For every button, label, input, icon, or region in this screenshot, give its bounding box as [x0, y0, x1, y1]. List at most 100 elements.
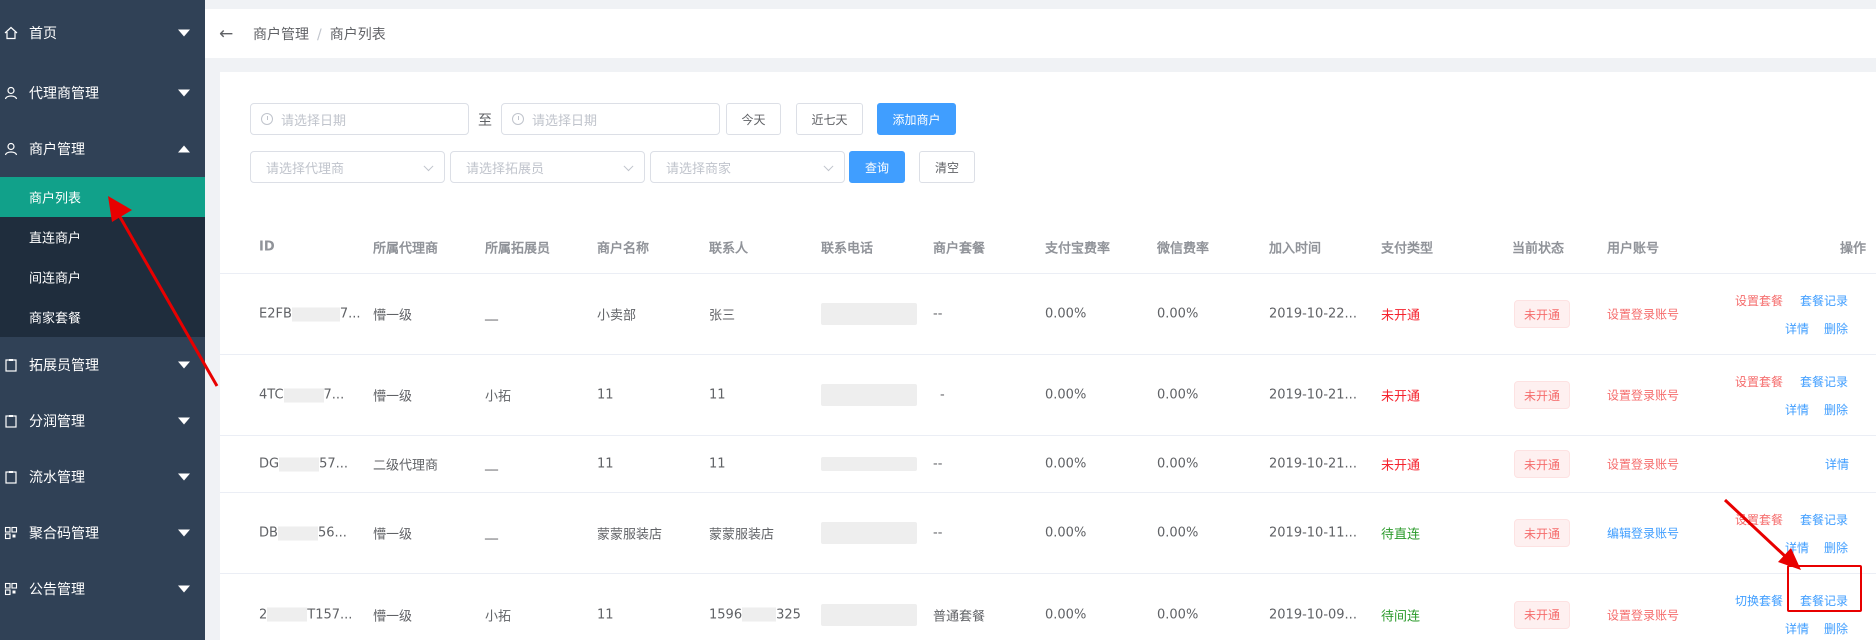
cell-name: 11 — [597, 387, 614, 403]
cell-pay-type: 未开通 — [1381, 308, 1421, 324]
add-merchant-button[interactable]: 添加商户 — [877, 103, 956, 135]
set-login-account-link[interactable]: 设置登录账号 — [1607, 387, 1679, 404]
menu-item-qrcode[interactable]: 聚合码管理 — [0, 505, 205, 561]
merchant-table: ID 所属代理商 所属拓展员 商户名称 联系人 联系电话 商户套餐 支付宝费率 … — [220, 220, 1876, 640]
cell-agent: 懵一级 — [373, 389, 413, 405]
cell-promoter: __ — [485, 306, 498, 322]
status-badge: 未开通 — [1514, 450, 1571, 478]
submenu-item-label: 间连商户 — [29, 271, 82, 287]
menu-item-promoter[interactable]: 拓展员管理 — [0, 337, 205, 393]
query-button[interactable]: 查询 — [849, 151, 905, 183]
delete-link[interactable]: 删除 — [1824, 320, 1848, 337]
chevron-down-icon — [178, 361, 190, 369]
cell-wechat-rate: 0.00% — [1157, 607, 1199, 622]
cell-contact: 张三 — [709, 308, 736, 324]
set-plan-link[interactable]: 设置套餐 — [1735, 511, 1783, 528]
cell-pay-type: 未开通 — [1381, 389, 1421, 405]
set-login-account-link[interactable]: 设置登录账号 — [1607, 306, 1679, 323]
end-date-input[interactable]: 请选择日期 — [501, 103, 720, 135]
column-header-name: 商户名称 — [597, 241, 650, 256]
cell-phone-redacted — [821, 303, 917, 325]
details-link[interactable]: 详情 — [1785, 620, 1809, 637]
merchant-select[interactable]: 请选择商家 — [650, 151, 845, 183]
cell-id: E2FB 7... — [259, 306, 361, 322]
plan-records-link[interactable]: 套餐记录 — [1800, 373, 1848, 390]
submenu: 商户列表 直连商户 间连商户 商家套餐 — [0, 177, 205, 337]
cell-contact: 11 — [709, 456, 726, 472]
qrcode-icon — [4, 582, 18, 596]
cell-alipay-rate: 0.00% — [1045, 387, 1087, 403]
cell-phone-redacted — [821, 522, 917, 544]
cell-promoter: 小拓 — [485, 389, 512, 405]
cell-alipay-rate: 0.00% — [1045, 456, 1087, 472]
topbar: ← 商户管理 / 商户列表 — [205, 0, 1876, 58]
cell-name: 小卖部 — [597, 308, 637, 324]
agent-select[interactable]: 请选择代理商 — [250, 151, 445, 183]
set-login-account-link[interactable]: 设置登录账号 — [1607, 606, 1679, 623]
details-link[interactable]: 详情 — [1785, 539, 1809, 556]
chevron-down-icon — [178, 529, 190, 537]
cell-joined: 2019-10-11... — [1269, 525, 1357, 541]
menu-item-label: 公告管理 — [29, 582, 85, 598]
details-link[interactable]: 详情 — [1785, 401, 1809, 418]
cell-wechat-rate: 0.00% — [1157, 387, 1199, 403]
delete-link[interactable]: 删除 — [1824, 620, 1848, 637]
details-link[interactable]: 详情 — [1825, 456, 1849, 473]
start-date-input[interactable]: 请选择日期 — [250, 103, 469, 135]
cell-name: 11 — [597, 607, 614, 622]
delete-link[interactable]: 删除 — [1824, 401, 1848, 418]
cell-plan: -- — [933, 306, 943, 322]
submenu-item-label: 商户列表 — [29, 191, 82, 207]
chevron-up-icon — [178, 145, 190, 153]
submenu-item-plans[interactable]: 商家套餐 — [0, 297, 205, 337]
table-row: 2 T157... 懵一级 小拓 11 1596 325 普通套餐 0.00% 0.… — [220, 574, 1876, 640]
submenu-item-merchant-list[interactable]: 商户列表 — [0, 177, 205, 217]
menu-item-notice[interactable]: 公告管理 — [0, 561, 205, 617]
breadcrumb-current: 商户列表 — [329, 26, 386, 43]
last-seven-days-button[interactable]: 近七天 — [796, 103, 863, 135]
menu-item-flow[interactable]: 流水管理 — [0, 449, 205, 505]
menu-item-label: 聚合码管理 — [29, 526, 99, 542]
breadcrumb-separator: / — [317, 26, 322, 43]
user-icon — [4, 86, 18, 100]
cell-plan: - — [940, 387, 945, 403]
chevron-down-icon — [178, 29, 190, 36]
delete-link[interactable]: 删除 — [1824, 539, 1848, 556]
menu-item-merchant[interactable]: 商户管理 — [0, 121, 205, 177]
set-plan-link[interactable]: 设置套餐 — [1735, 292, 1783, 309]
plan-records-link[interactable]: 套餐记录 — [1800, 292, 1848, 309]
cell-id: 2 T157... — [259, 607, 353, 622]
merchant-select-placeholder: 请选择商家 — [666, 161, 732, 177]
plan-records-link[interactable]: 套餐记录 — [1800, 511, 1848, 528]
clipboard-icon — [5, 471, 17, 484]
switch-plan-link[interactable]: 切换套餐 — [1735, 592, 1783, 609]
menu-item-label: 分润管理 — [29, 414, 85, 430]
cell-joined: 2019-10-09... — [1269, 607, 1357, 622]
cell-contact: 蒙蒙服装店 — [709, 527, 775, 543]
cell-promoter: 小拓 — [485, 609, 512, 624]
details-link[interactable]: 详情 — [1785, 320, 1809, 337]
clipboard-icon — [5, 359, 17, 372]
column-header-pay-type: 支付类型 — [1381, 241, 1434, 256]
edit-login-account-link[interactable]: 编辑登录账号 — [1607, 525, 1679, 542]
menu-item-agent[interactable]: 代理商管理 — [0, 65, 205, 121]
submenu-item-direct[interactable]: 直连商户 — [0, 217, 205, 257]
cell-joined: 2019-10-21... — [1269, 456, 1357, 472]
cell-plan: -- — [933, 456, 943, 472]
cell-id: DB 56... — [259, 525, 347, 541]
clear-button[interactable]: 清空 — [919, 151, 975, 183]
submenu-item-indirect[interactable]: 间连商户 — [0, 257, 205, 297]
back-arrow-icon[interactable]: ← — [219, 24, 233, 44]
column-header-id: ID — [259, 239, 275, 254]
breadcrumb-item[interactable]: 商户管理 — [253, 27, 309, 43]
set-plan-link[interactable]: 设置套餐 — [1735, 373, 1783, 390]
promoter-select[interactable]: 请选择拓展员 — [450, 151, 645, 183]
set-login-account-link[interactable]: 设置登录账号 — [1607, 456, 1679, 473]
cell-plan: -- — [933, 525, 943, 541]
menu-item-home[interactable]: 首页 — [0, 0, 205, 65]
today-button[interactable]: 今天 — [726, 103, 781, 135]
cell-joined: 2019-10-21... — [1269, 387, 1357, 403]
menu-item-profit[interactable]: 分润管理 — [0, 393, 205, 449]
status-badge: 未开通 — [1514, 600, 1571, 629]
cell-wechat-rate: 0.00% — [1157, 306, 1199, 322]
